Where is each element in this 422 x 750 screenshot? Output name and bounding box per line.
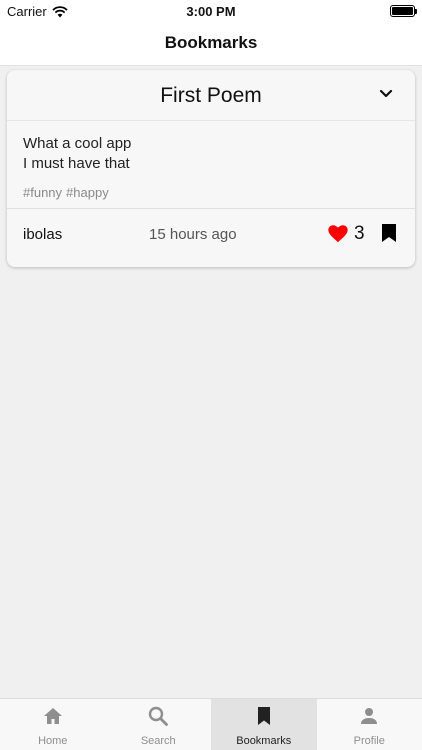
status-right: [390, 5, 417, 17]
tab-label: Search: [140, 735, 176, 747]
bookmark-icon: [257, 707, 270, 725]
tag[interactable]: #funny: [23, 185, 62, 200]
tab-bar: Home Search Bookmarks Profile: [0, 698, 422, 750]
poem-title: First Poem: [160, 84, 262, 107]
battery-fill: [392, 7, 413, 15]
tag[interactable]: #happy: [66, 185, 109, 200]
person-icon: [361, 708, 378, 724]
poem-tags: #funny #happy: [23, 185, 109, 200]
poem-card-header[interactable]: First Poem: [7, 70, 415, 121]
tab-profile[interactable]: Profile: [317, 699, 422, 750]
author-name[interactable]: ibolas: [23, 226, 62, 243]
poem-card[interactable]: First Poem What a cool app I must have t…: [7, 70, 415, 267]
post-timestamp: 15 hours ago: [149, 226, 237, 243]
poem-line: I must have that: [23, 155, 130, 172]
search-icon: [149, 706, 169, 726]
home-icon: [43, 708, 62, 724]
chevron-down-icon[interactable]: [379, 88, 393, 100]
bookmark-icon[interactable]: [381, 223, 397, 243]
tab-home[interactable]: Home: [0, 699, 106, 750]
tab-label: Profile: [353, 735, 385, 747]
nav-header: Bookmarks: [0, 22, 422, 66]
page-title: Bookmarks: [164, 33, 258, 52]
tab-bookmarks[interactable]: Bookmarks: [211, 699, 317, 750]
tab-search[interactable]: Search: [106, 699, 212, 750]
like-button[interactable]: 3: [328, 223, 365, 245]
like-count: 3: [354, 223, 365, 244]
status-time: 3:00 PM: [186, 4, 236, 19]
tab-label: Bookmarks: [236, 735, 292, 747]
tab-label: Home: [38, 735, 68, 747]
bookmarks-list[interactable]: First Poem What a cool app I must have t…: [0, 66, 422, 698]
battery-icon: [390, 5, 417, 17]
heart-icon[interactable]: [328, 225, 348, 243]
status-bar: Carrier 3:00 PM: [0, 0, 422, 22]
poem-card-footer: ibolas 15 hours ago 3: [7, 209, 415, 265]
poem-line: What a cool app: [23, 135, 132, 152]
poem-body: What a cool app I must have that #funny …: [7, 121, 415, 209]
